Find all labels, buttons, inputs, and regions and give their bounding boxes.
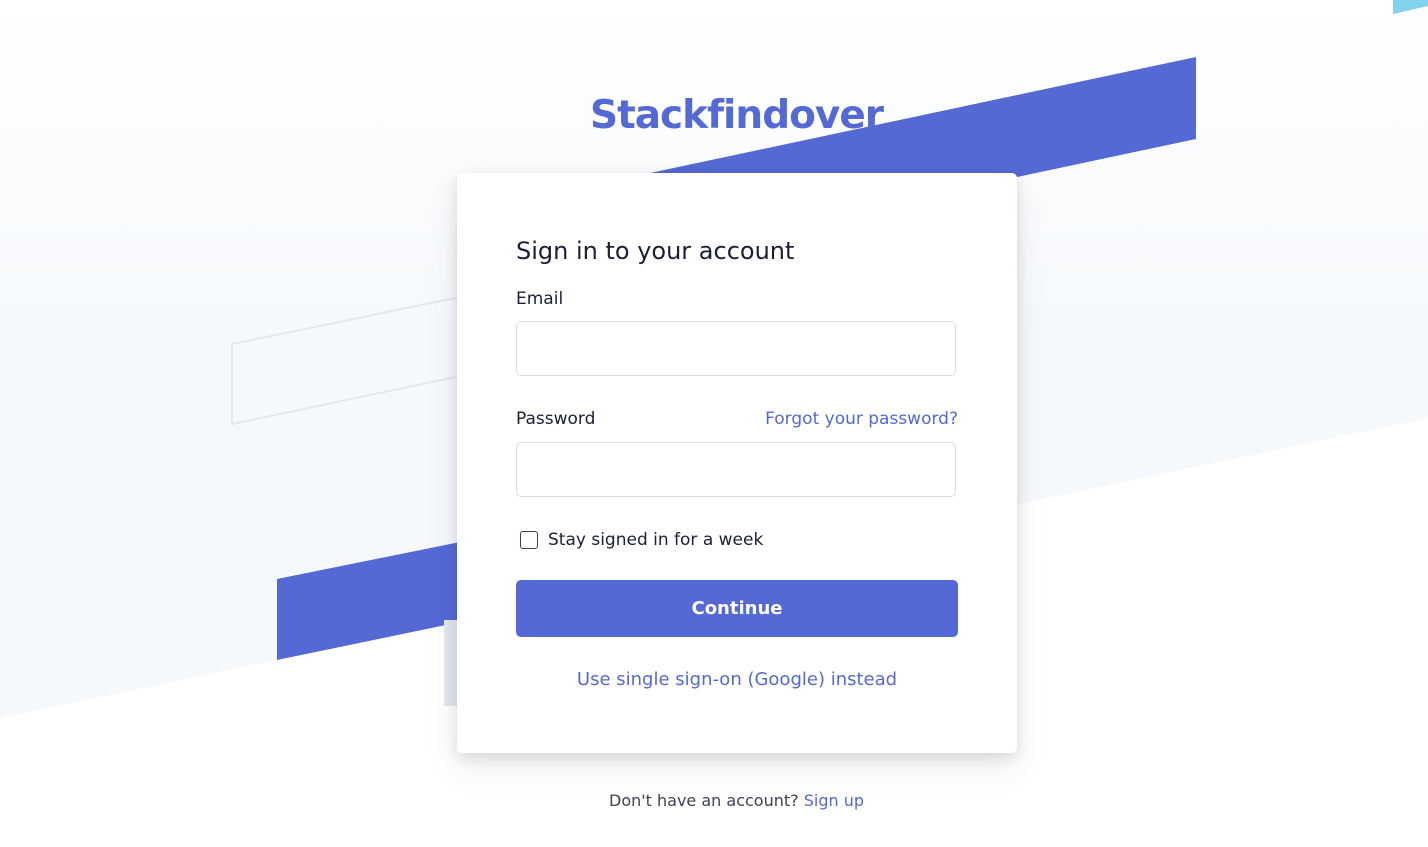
signup-prompt: Don't have an account? <box>609 791 799 810</box>
continue-button[interactable]: Continue <box>516 580 958 637</box>
password-label: Password <box>516 409 596 429</box>
signin-card: Sign in to your account Email Password F… <box>457 173 1017 753</box>
email-input[interactable] <box>516 321 956 376</box>
stay-signed-label[interactable]: Stay signed in for a week <box>548 530 763 550</box>
email-label: Email <box>516 289 564 309</box>
signup-footer: Don't have an account? Sign up <box>0 791 1428 810</box>
signup-link[interactable]: Sign up <box>804 791 864 810</box>
brand-logo: Stackfindover <box>589 93 884 138</box>
stay-signed-row[interactable]: Stay signed in for a week <box>520 530 763 550</box>
forgot-password-link[interactable]: Forgot your password? <box>765 409 958 429</box>
signin-title: Sign in to your account <box>516 237 795 265</box>
stay-signed-checkbox[interactable] <box>520 531 538 549</box>
sso-link[interactable]: Use single sign-on (Google) instead <box>457 669 1017 690</box>
password-input[interactable] <box>516 442 956 497</box>
